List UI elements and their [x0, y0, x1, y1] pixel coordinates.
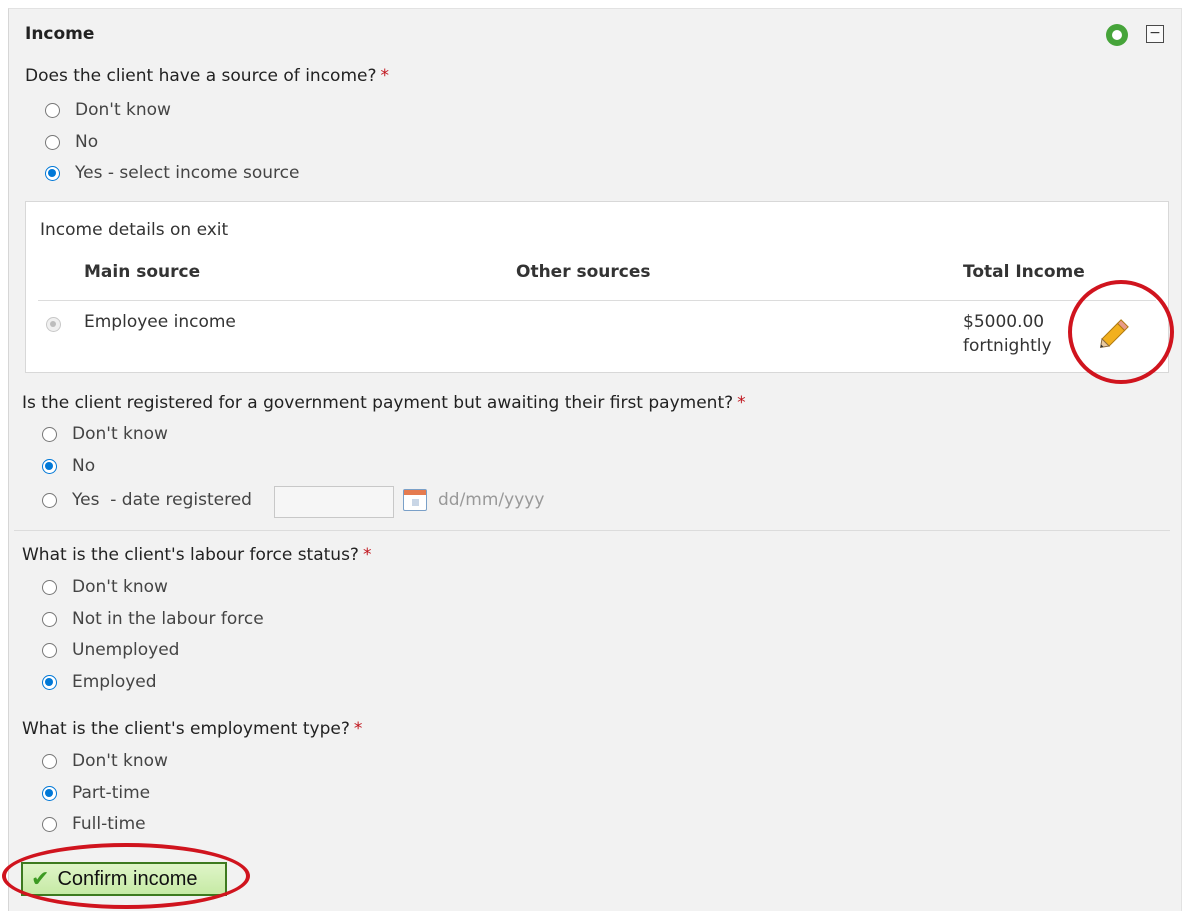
- calendar-icon[interactable]: [403, 489, 427, 511]
- question-income-source: Does the client have a source of income?…: [25, 66, 389, 86]
- question-government-payment: Is the client registered for a governmen…: [22, 393, 746, 413]
- option-label: Yes - date registered: [72, 490, 252, 510]
- table-title: Income details on exit: [40, 220, 229, 240]
- annotation-circle-edit: [1068, 280, 1174, 384]
- income-option-yes[interactable]: Yes - select income source: [45, 163, 299, 183]
- question-text: What is the client's employment type?: [22, 719, 350, 739]
- radio-button[interactable]: [45, 134, 60, 150]
- option-label: Not in the labour force: [72, 609, 264, 629]
- option-label: No: [75, 132, 99, 152]
- income-frequency: fortnightly: [963, 336, 1052, 356]
- option-label: Employed: [72, 672, 157, 692]
- required-marker: *: [362, 545, 372, 565]
- section-title: Income: [25, 24, 95, 44]
- row-radio-disabled: [46, 317, 61, 332]
- radio-button[interactable]: [42, 611, 57, 627]
- radio-button[interactable]: [42, 642, 57, 658]
- option-label: Don't know: [75, 100, 171, 120]
- option-label: Full-time: [72, 814, 146, 834]
- column-total-income: Total Income: [963, 262, 1085, 282]
- option-label: Don't know: [72, 577, 168, 597]
- table-divider: [38, 300, 1156, 301]
- option-label: Unemployed: [72, 640, 180, 660]
- payment-option-dont-know[interactable]: Don't know: [42, 424, 168, 444]
- collapse-button[interactable]: −: [1146, 25, 1164, 43]
- radio-button-selected[interactable]: [45, 165, 60, 181]
- column-main-source: Main source: [84, 262, 201, 282]
- required-marker: *: [737, 393, 746, 413]
- income-amount: $5000.00: [963, 312, 1045, 332]
- employment-option-dont-know[interactable]: Don't know: [42, 751, 168, 771]
- payment-option-yes[interactable]: Yes - date registered: [42, 490, 252, 510]
- radio-button[interactable]: [45, 102, 60, 118]
- income-panel: [8, 8, 1182, 911]
- annotation-circle-confirm: [2, 843, 250, 909]
- radio-button[interactable]: [42, 753, 57, 769]
- income-option-no[interactable]: No: [45, 132, 98, 152]
- date-format-hint: dd/mm/yyyy: [438, 490, 545, 510]
- income-option-dont-know[interactable]: Don't know: [45, 100, 171, 120]
- question-text: Does the client have a source of income?: [25, 66, 377, 86]
- date-registered-input[interactable]: [274, 486, 394, 518]
- labour-option-unemployed[interactable]: Unemployed: [42, 640, 179, 660]
- question-text: Is the client registered for a governmen…: [22, 393, 734, 413]
- question-employment-type: What is the client's employment type? *: [22, 719, 362, 739]
- radio-button[interactable]: [42, 816, 57, 832]
- option-label: Don't know: [72, 751, 168, 771]
- main-source-value: Employee income: [84, 312, 236, 332]
- radio-button-selected[interactable]: [42, 674, 57, 690]
- radio-button[interactable]: [42, 579, 57, 595]
- question-labour-force: What is the client's labour force status…: [22, 545, 371, 565]
- payment-option-no[interactable]: No: [42, 456, 95, 476]
- employment-option-part-time[interactable]: Part-time: [42, 783, 150, 803]
- radio-button[interactable]: [42, 492, 57, 508]
- labour-option-not-in-labour-force[interactable]: Not in the labour force: [42, 609, 264, 629]
- section-divider: [14, 530, 1170, 531]
- employment-option-full-time[interactable]: Full-time: [42, 814, 146, 834]
- income-details-table: Income details on exit Main source Other…: [25, 201, 1169, 373]
- labour-option-dont-know[interactable]: Don't know: [42, 577, 168, 597]
- required-marker: *: [353, 719, 363, 739]
- option-label: Don't know: [72, 424, 168, 444]
- option-label: Yes - select income source: [75, 163, 300, 183]
- labour-option-employed[interactable]: Employed: [42, 672, 157, 692]
- radio-button-selected[interactable]: [42, 458, 57, 474]
- question-text: What is the client's labour force status…: [22, 545, 359, 565]
- radio-button-selected[interactable]: [42, 785, 57, 801]
- status-circle-icon: [1106, 24, 1128, 46]
- column-other-sources: Other sources: [516, 262, 651, 282]
- required-marker: *: [380, 66, 389, 86]
- radio-button[interactable]: [42, 426, 57, 442]
- option-label: No: [72, 456, 96, 476]
- option-label: Part-time: [72, 783, 151, 803]
